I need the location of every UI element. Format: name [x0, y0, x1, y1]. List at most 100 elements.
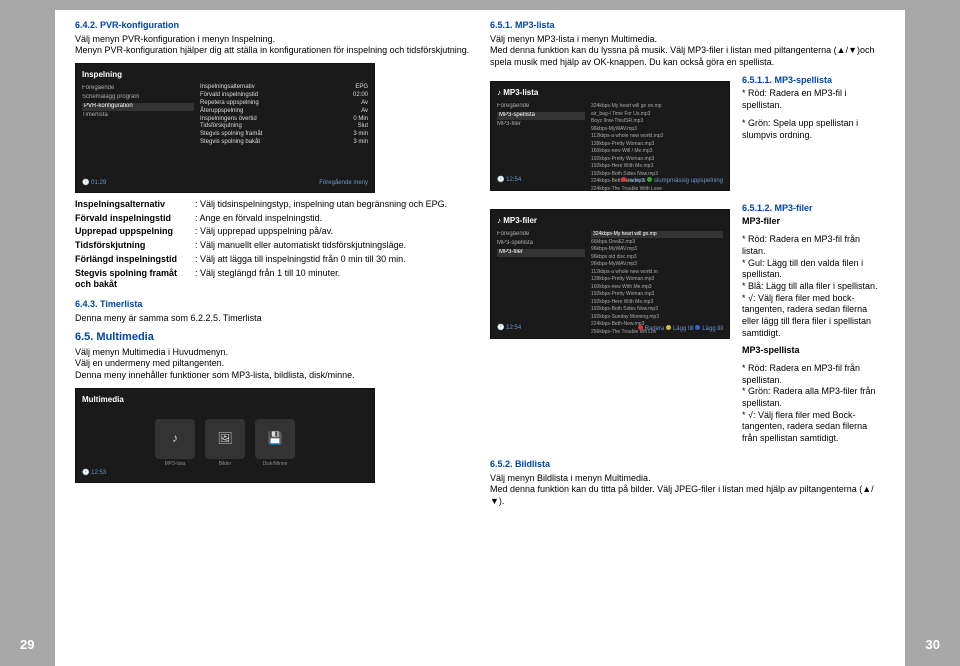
list-item: 112kbps-a whole new world.m [591, 269, 723, 276]
clock-icon: 🕐 12:53 [82, 470, 106, 478]
list-item: 192kbps-Here With Me.mp3 [591, 299, 723, 306]
heading-643: 6.4.3. Timerlista [75, 299, 470, 311]
bullet: * Grön: Radera alla MP3-filer från spell… [742, 386, 885, 409]
screenshot-mp3-filer: ♪ MP3-filer Föregående MP3-spellista MP3… [490, 209, 730, 339]
bullet: * Röd: Radera en MP3-fil i spellistan. [742, 88, 885, 111]
list-item: 192kbps-Pretty Woman.mp3 [591, 291, 723, 298]
cfg-value: Av [361, 100, 368, 108]
bullet: * Grön: Spela upp spellistan i slumpvis … [742, 118, 885, 141]
mm-label: MP3-lista [155, 461, 195, 468]
list-item: Boyz IInw-ThisISR.mp3 [591, 118, 723, 125]
def-value: Välj att lägga till inspelningstid från … [195, 254, 470, 266]
screenshot-title: Multimedia [82, 395, 368, 405]
footer-hint: radera [628, 178, 645, 184]
def-value: Ange en förvald inspelningstid. [195, 213, 470, 225]
list-item: Föregående [497, 231, 585, 239]
footer-hint: Radera [645, 326, 665, 332]
list-item: 96kbps-MyWAV.mp3 [591, 261, 723, 268]
blue-dot-icon [695, 325, 700, 330]
text: Välj menyn Bildlista i menyn Multimedia.… [490, 473, 885, 508]
cfg-label: Repetera uppspelning [200, 100, 259, 108]
left-column: 6.4.2. PVR-konfiguration Välj menyn PVR-… [75, 20, 470, 666]
mm-label: Disk/Minne [255, 461, 295, 468]
yellow-dot-icon [666, 325, 671, 330]
def-label: Inspelningsalternativ [75, 199, 195, 211]
list-item: 96kbps-MyWAV.mp3 [591, 126, 723, 133]
def-value: Välj steglängd från 1 till 10 minuter. [195, 268, 470, 291]
list-item: 192kbps-Both Sides Now.mp3 [591, 306, 723, 313]
screenshot-title: ♪ MP3-filer [497, 216, 723, 226]
footer-hint: Lägg till [702, 326, 723, 332]
list-item: MP3-filer [497, 121, 585, 129]
def-label: Förvald inspelningstid [75, 213, 195, 225]
red-dot-icon [638, 325, 643, 330]
list-item: Timerlista [82, 112, 194, 120]
manual-spread: 6.4.2. PVR-konfiguration Välj menyn PVR-… [0, 0, 960, 666]
list-item: 96kbps-MyWAV.mp3 [591, 246, 723, 253]
list-item: 66kbps.One&2.mp3 [591, 239, 723, 246]
list-item: 324kbps-My heart will go.mp [591, 231, 723, 238]
def-label: Stegvis spolning framåt och bakåt [75, 268, 195, 291]
list-item: air_bag-I Time For Us.mp3 [591, 111, 723, 118]
green-dot-icon [647, 177, 652, 182]
list-item: 96kbps old disc.mp3 [591, 254, 723, 261]
subheading: MP3-spellista [742, 345, 885, 357]
text: Välj menyn Multimedia i Huvudmenyn. Välj… [75, 347, 470, 382]
list-item: PVR-konfiguration [82, 103, 194, 111]
image-icon: 🖼 [205, 419, 245, 459]
text-line: Välj menyn PVR-konfiguration i menyn Ins… [75, 34, 275, 44]
list-item: 128kbps-Pretty Woman.mp3 [591, 276, 723, 283]
def-value: Välj tidsinspelningstyp, inspelning utan… [195, 199, 470, 211]
definitions-table: Inspelningsalternativ Välj tidsinspelnin… [75, 199, 470, 291]
text-line: Välj menyn Bildlista i menyn Multimedia. [490, 473, 651, 483]
cfg-value: 02:00 [353, 92, 368, 100]
list-item: 112kbps-a whole new world.mp3 [591, 133, 723, 140]
cfg-label: Inspelningens övertid [200, 116, 257, 124]
list-item: MP3-filer [497, 249, 585, 257]
heading-642: 6.4.2. PVR-konfiguration [75, 20, 470, 32]
def-label: Upprepad uppspelning [75, 226, 195, 238]
music-icon: ♪ [155, 419, 195, 459]
bullet: * Röd: Radera en MP3-fil från listan. [742, 234, 885, 257]
list-item: Föregående [82, 85, 194, 93]
list-item: Schemalägg program [82, 94, 194, 102]
cfg-value: Slut [358, 123, 368, 131]
cfg-label: Återuppspelning [200, 108, 243, 116]
text-line: Välj en undermeny med piltangenten. [75, 358, 224, 368]
mm-label: Bilder [205, 461, 245, 468]
cfg-label: Inspelningsalternativ [200, 84, 255, 92]
disk-icon: 💾 [255, 419, 295, 459]
screenshot-mp3-spellista: ♪ MP3-lista Föregående MP3-spellista MP3… [490, 81, 730, 191]
cfg-value: 0 Min [353, 116, 368, 124]
cfg-value: EPG [355, 84, 368, 92]
footer-hint: slumpmässig uppspelning [654, 178, 723, 184]
right-column: 6.5.1. MP3-lista Välj menyn MP3-lista i … [490, 20, 885, 666]
def-label: Tidsförskjutning [75, 240, 195, 252]
text-line: Denna meny innehåller funktioner som MP3… [75, 370, 355, 380]
time: 01:29 [91, 180, 106, 186]
list-item: 192kbps-Sunday Morning.mp3 [591, 314, 723, 321]
bullet: * √: Välj flera filer med Bock-tangenten… [742, 410, 885, 445]
cfg-label: Stegvis spolning framåt [200, 131, 262, 139]
list-item: 160kbps-new With Me.mp3 [591, 284, 723, 291]
clock-icon: 🕐 01:29 [82, 180, 106, 188]
screenshot-multimedia: Multimedia ♪ MP3-lista 🖼 Bilder 💾 Disk/Minn… [75, 388, 375, 483]
screenshot-right-list: InspelningsalternativEPG Förvald inspeln… [200, 84, 368, 146]
list-item: 192kbps-Pretty Woman.mp3 [591, 156, 723, 163]
content-area: 6.4.2. PVR-konfiguration Välj menyn PVR-… [55, 10, 905, 666]
list-item: 224kbps-The Trouble With Love [591, 186, 723, 193]
list-item: MP3-spellista [497, 112, 585, 120]
def-value: Välj upprepad uppspelning på/av. [195, 226, 470, 238]
cfg-value: Av [361, 108, 368, 116]
page-number-right: 30 [926, 637, 940, 652]
footer-hint: Föregående meny [319, 180, 368, 188]
heading-6511: 6.5.1.1. MP3-spellista [742, 75, 885, 87]
screenshot-left-list: Föregående Schemalägg program PVR-konfig… [82, 84, 194, 146]
screenshot-title: ♪ MP3-lista [497, 88, 723, 98]
list-item: 160kbps-new Will / Me.mp3 [591, 148, 723, 155]
heading-65: 6.5. Multimedia [75, 330, 470, 344]
music-icon: ♪ [497, 88, 501, 97]
text: Välj menyn MP3-lista i menyn Multimedia.… [490, 34, 885, 69]
heading-6512: 6.5.1.2. MP3-filer [742, 203, 885, 215]
text-line: Välj menyn Multimedia i Huvudmenyn. [75, 347, 228, 357]
